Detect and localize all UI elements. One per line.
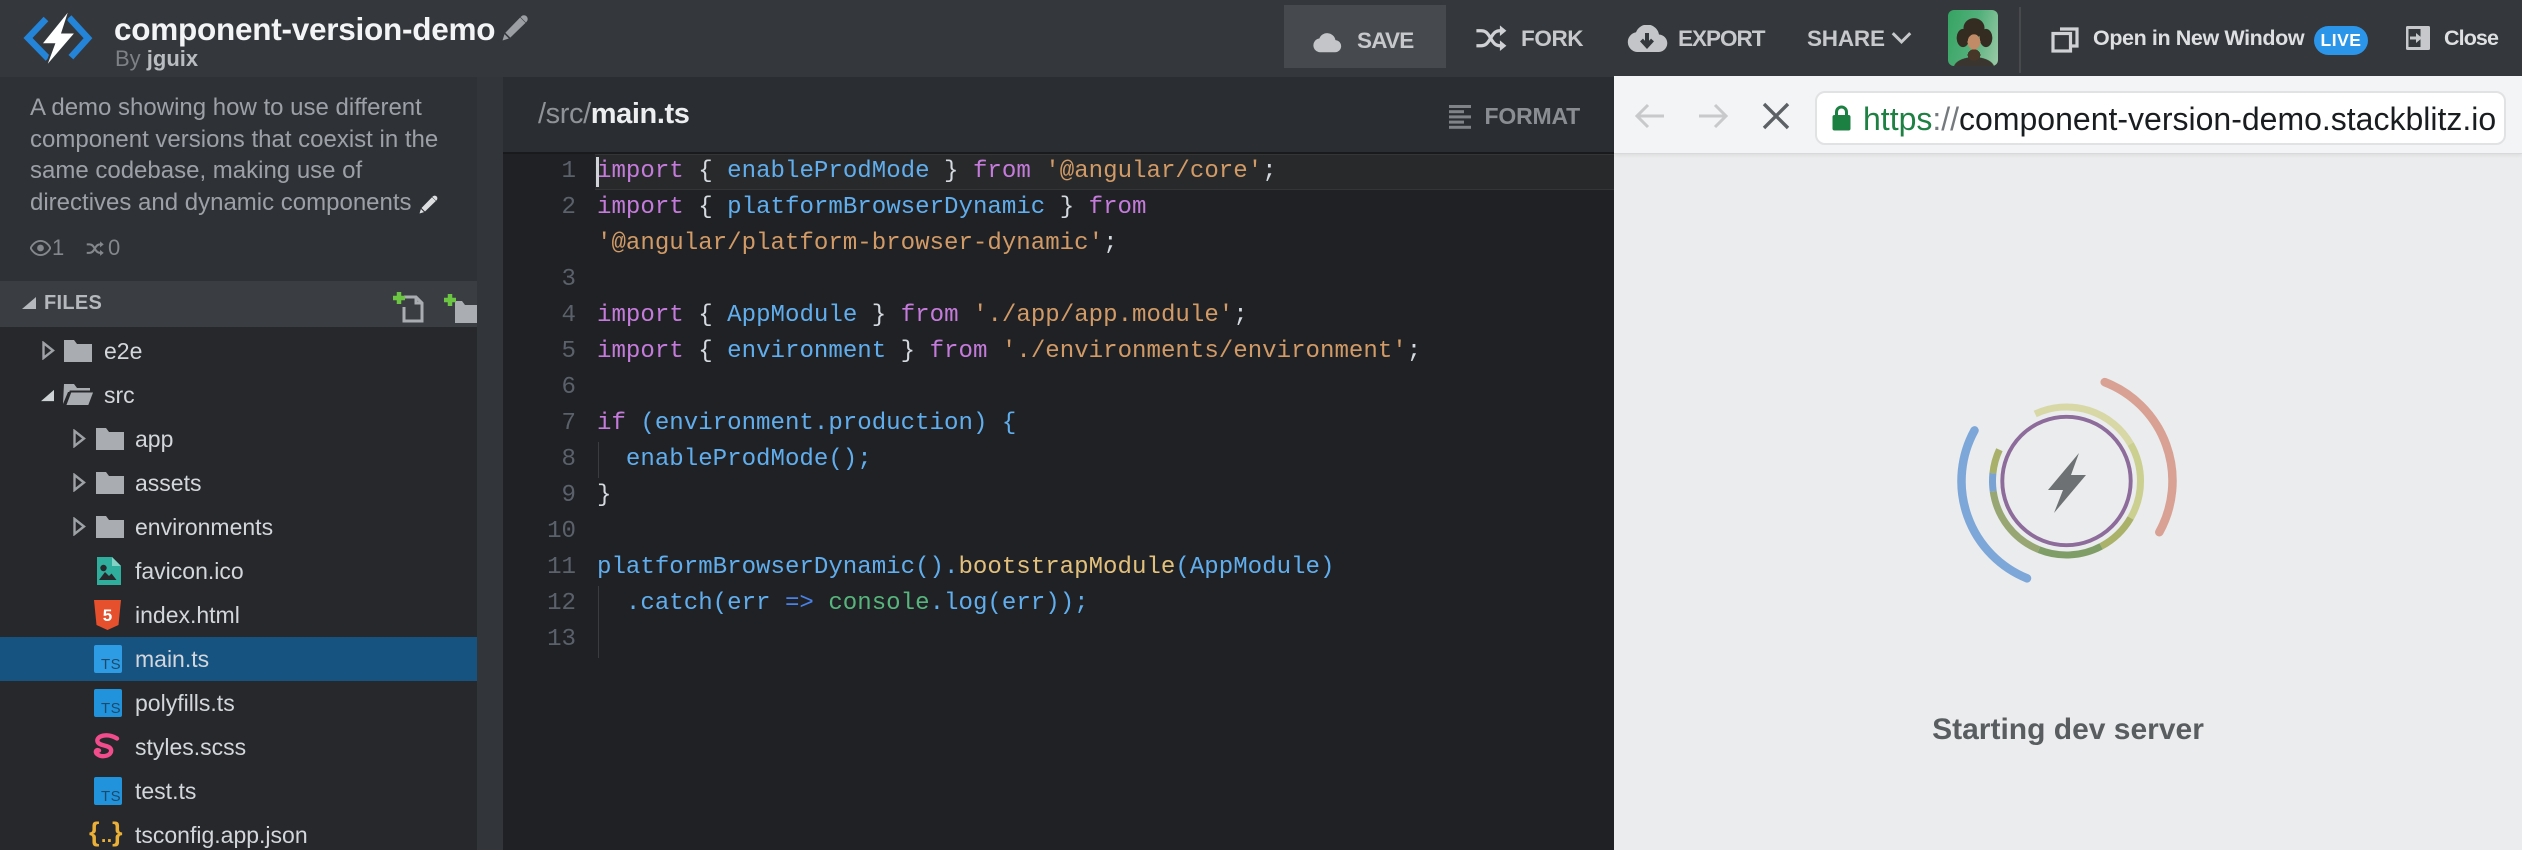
svg-text:5: 5 (103, 606, 112, 625)
